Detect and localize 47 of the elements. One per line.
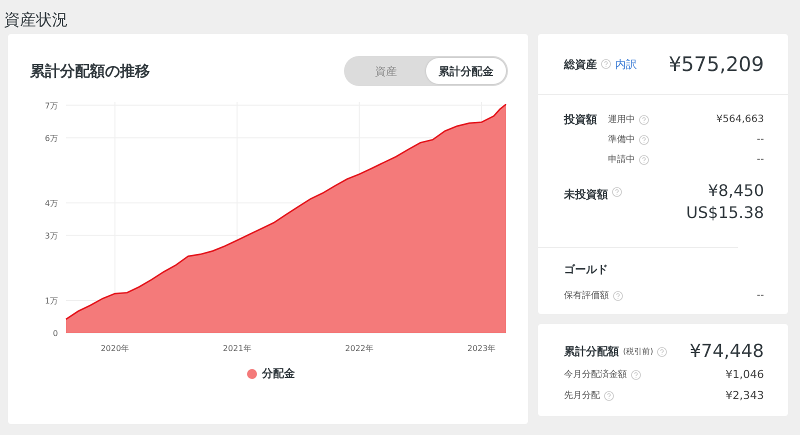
x-axis-label: 2023年 [467,344,496,353]
section-title: ゴールド [564,262,609,277]
y-axis-label: 6万 [44,134,58,143]
legend-label: 分配金 [262,366,295,381]
tax-note: (税引前) [623,346,654,357]
y-axis-label: 4万 [44,198,58,208]
status-value: -- [756,154,764,165]
x-axis-label: 2020年 [100,344,130,353]
y-axis-label: 3万 [44,231,58,240]
help-icon [604,390,614,400]
help-icon [657,346,668,356]
help-icon [639,134,649,144]
total-assets-value: ¥575,209 [668,52,764,76]
holding-value: -- [756,290,764,301]
distribution-label: 累計分配額 [564,344,619,359]
uninvested-label: 未投資額 [564,187,608,202]
help-icon [601,59,611,69]
distribution-row-label: 今月分配済金額 [564,368,627,381]
help-icon [613,290,623,300]
chart-title: 累計分配額の推移 [30,62,150,80]
y-axis-label: 0 [52,329,58,338]
toggle-option[interactable]: 資産 [346,58,426,84]
page-title: 資産状況 [4,9,69,31]
status-value: ¥564,663 [716,114,764,125]
invested-label: 投資額 [564,112,598,128]
uninvested-value: US$15.38 [686,202,764,224]
uninvested-value: ¥8,450 [708,180,764,202]
help-icon [639,114,649,124]
y-axis-label: 1万 [44,296,58,306]
status-label: 準備中 [608,134,635,146]
x-axis-label: 2021年 [222,344,252,353]
breakdown-link[interactable]: 内訳 [615,56,637,72]
status-value: -- [756,134,764,145]
x-axis-label: 2022年 [345,344,374,353]
help-icon [631,370,641,380]
distribution-row-label: 先月分配 [564,390,600,402]
distribution-value: ¥74,448 [690,341,764,362]
status-label: 運用中 [608,114,635,126]
help-icon [639,154,649,164]
total-assets-label: 総資産 [564,56,597,72]
y-axis-label: 7万 [44,101,58,110]
toggle-option[interactable]: 累計分配金 [426,58,506,84]
distribution-row-value: ¥1,046 [726,368,764,381]
help-icon [612,187,622,197]
status-label: 申請中 [608,154,635,166]
holding-label: 保有評価額 [564,290,609,302]
distribution-row-value: ¥2,343 [726,389,764,402]
